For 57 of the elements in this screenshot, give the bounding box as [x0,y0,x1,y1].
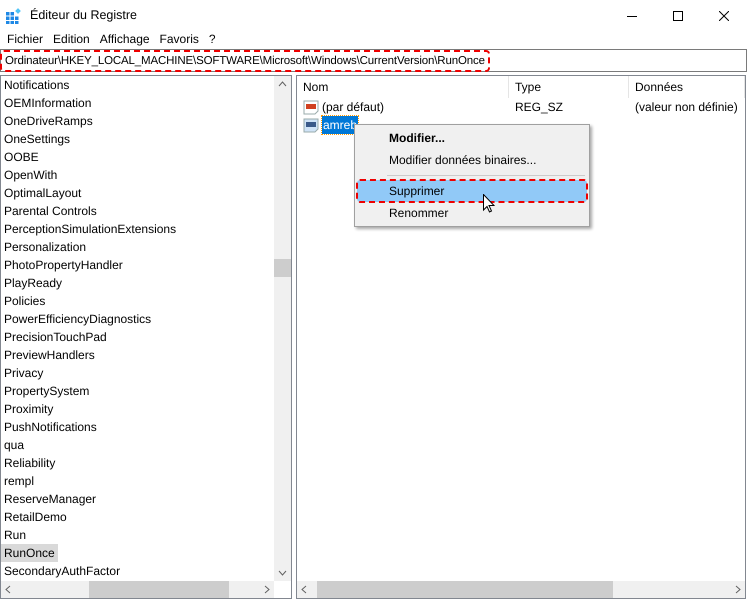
vertical-scrollbar[interactable] [274,76,291,581]
tree-item[interactable]: SecondaryAuthFactor [1,562,124,580]
tree-item[interactable]: Reliability [1,454,58,472]
tree-item[interactable]: OptimalLayout [1,184,84,202]
column-header[interactable]: Type [509,76,629,98]
mouse-pointer-icon [483,194,495,213]
tree-item[interactable]: rempl [1,472,38,490]
tree-item[interactable]: Parental Controls [1,202,100,220]
tree-item[interactable]: RunOnce [1,544,58,562]
tree-item[interactable]: Notifications [1,76,72,94]
tree-item[interactable]: PhotoPropertyHandler [1,256,126,274]
tree-item[interactable]: OEMInformation [1,94,94,112]
tree-item[interactable]: RetailDemo [1,508,70,526]
tree-item[interactable]: OOBE [1,148,42,166]
maximize-icon [673,10,683,20]
tree-item[interactable]: PowerEfficiencyDiagnostics [1,310,154,328]
tree-item[interactable]: ReserveManager [1,490,100,508]
value-name[interactable]: (par défaut) [322,98,384,116]
menu-item[interactable]: Fichier [2,31,48,48]
value-data: (valeur non définie) [635,100,738,114]
tree-item[interactable]: PreviewHandlers [1,346,98,364]
tree-item[interactable]: OneSettings [1,130,74,148]
scrollbar-thumb[interactable] [89,581,229,598]
context-menu-item[interactable]: Renommer [357,202,587,224]
tree-item[interactable]: PerceptionSimulationExtensions [1,220,180,238]
tree-item[interactable]: Policies [1,292,48,310]
horizontal-scrollbar[interactable] [297,581,745,598]
string-value-icon [303,117,319,133]
tree-item[interactable]: PushNotifications [1,418,100,436]
menu-item[interactable]: Edition [48,31,95,48]
tree-item[interactable]: qua [1,436,28,454]
context-menu-item[interactable]: Modifier... [357,127,587,149]
tree-item[interactable]: Proximity [1,400,56,418]
tree-item[interactable]: Privacy [1,364,46,382]
tree-item[interactable]: PrecisionTouchPad [1,328,110,346]
context-menu-item[interactable]: Modifier données binaires... [357,149,587,171]
horizontal-scrollbar[interactable] [1,581,274,598]
close-icon [719,10,729,20]
tree-item[interactable]: OneDriveRamps [1,112,96,130]
menu-item[interactable]: Favoris [154,31,204,48]
value-type: REG_SZ [515,100,564,114]
tree-item[interactable]: Personalization [1,238,90,256]
window-title: Éditeur du Registre [30,7,138,24]
menu-item[interactable]: ? [204,31,221,48]
menu-item[interactable]: Affichage [94,31,155,48]
column-header[interactable]: Données [629,76,745,98]
tree-item[interactable]: PlayReady [1,274,66,292]
scrollbar-thumb[interactable] [317,581,613,598]
string-value-icon [303,99,319,115]
scrollbar-thumb[interactable] [274,259,291,277]
context-menu-item[interactable]: Supprimer [357,180,587,202]
tree-item[interactable]: Run [1,526,30,544]
column-header[interactable]: Nom [297,76,509,98]
app-icon [6,8,22,24]
address-field[interactable]: Ordinateur\HKEY_LOCAL_MACHINE\SOFTWARE\Microsoft\Windows\CurrentVersion\RunOnce [0,49,747,72]
tree-item[interactable]: OpenWith [1,166,60,184]
tree-item[interactable]: PropertySystem [1,382,92,400]
